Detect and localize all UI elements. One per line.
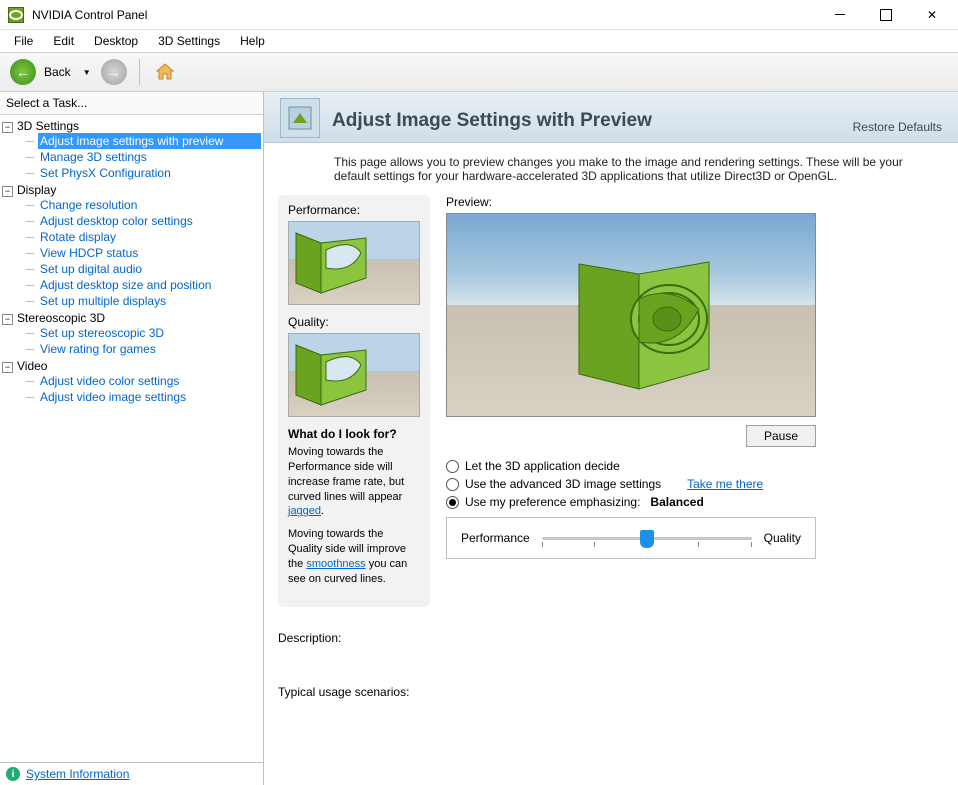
tree-item-video-image[interactable]: Adjust video image settings	[38, 389, 261, 405]
task-tree: −3D Settings Adjust image settings with …	[0, 115, 263, 762]
tree-toggle-stereo[interactable]: −	[2, 314, 13, 325]
home-button[interactable]	[152, 59, 178, 85]
slider-right-label: Quality	[764, 531, 801, 545]
radio-preference-label: Use my preference emphasizing:	[465, 495, 640, 509]
info-column: Performance: Quality: What	[278, 195, 430, 607]
menu-edit[interactable]: Edit	[43, 32, 84, 50]
close-button[interactable]	[918, 5, 946, 25]
quality-description: Moving towards the Quality side will imp…	[288, 527, 420, 586]
performance-thumbnail	[288, 221, 420, 305]
image-settings-radio-group: Let the 3D application decide Use the ad…	[446, 457, 816, 511]
maximize-button[interactable]	[872, 5, 900, 25]
tree-item-game-rating[interactable]: View rating for games	[38, 341, 261, 357]
slider-thumb[interactable]	[640, 530, 654, 548]
what-look-for-heading: What do I look for?	[288, 427, 420, 441]
jagged-link[interactable]: jagged	[288, 505, 321, 517]
menubar: File Edit Desktop 3D Settings Help	[0, 30, 958, 52]
tree-item-manage-3d[interactable]: Manage 3D settings	[38, 149, 261, 165]
tree-toggle-3d[interactable]: −	[2, 122, 13, 133]
nvidia-app-icon	[8, 7, 24, 23]
nvidia-logo-perf-icon	[291, 228, 391, 300]
tree-item-adjust-image[interactable]: Adjust image settings with preview	[38, 133, 261, 149]
main-header: Adjust Image Settings with Preview Resto…	[264, 92, 958, 143]
back-dropdown[interactable]: ▼	[77, 68, 97, 77]
sidebar: Select a Task... −3D Settings Adjust ima…	[0, 92, 264, 785]
titlebar: NVIDIA Control Panel	[0, 0, 958, 30]
toolbar: Back ▼	[0, 52, 958, 92]
radio-advanced-label: Use the advanced 3D image settings	[465, 477, 661, 491]
page-title: Adjust Image Settings with Preview	[332, 110, 853, 138]
performance-label: Performance:	[288, 203, 420, 217]
tree-toggle-video[interactable]: −	[2, 362, 13, 373]
home-icon	[155, 62, 175, 82]
quality-slider-box: Performance Quality	[446, 517, 816, 559]
tree-item-setup-stereo[interactable]: Set up stereoscopic 3D	[38, 325, 261, 341]
description-heading: Description:	[278, 631, 944, 645]
restore-defaults-link[interactable]: Restore Defaults	[853, 120, 942, 138]
toolbar-separator	[139, 59, 140, 85]
back-label: Back	[44, 65, 71, 79]
tree-item-rotate[interactable]: Rotate display	[38, 229, 261, 245]
menu-file[interactable]: File	[4, 32, 43, 50]
radio-advanced[interactable]	[446, 478, 459, 491]
take-me-there-link[interactable]: Take me there	[687, 477, 763, 491]
tree-item-multiple-displays[interactable]: Set up multiple displays	[38, 293, 261, 309]
page-intro: This page allows you to preview changes …	[264, 143, 958, 195]
smoothness-link[interactable]: smoothness	[306, 558, 365, 570]
tree-item-resolution[interactable]: Change resolution	[38, 197, 261, 213]
preview-viewport	[446, 213, 816, 417]
quality-label: Quality:	[288, 315, 420, 329]
radio-app-decide-label: Let the 3D application decide	[465, 459, 620, 473]
system-information-link[interactable]: System Information	[26, 767, 129, 781]
menu-desktop[interactable]: Desktop	[84, 32, 148, 50]
tree-toggle-display[interactable]: −	[2, 186, 13, 197]
tree-item-size-position[interactable]: Adjust desktop size and position	[38, 277, 261, 293]
sidebar-header: Select a Task...	[0, 92, 263, 115]
tree-group-3d: 3D Settings	[17, 119, 79, 133]
main-panel: Adjust Image Settings with Preview Resto…	[264, 92, 958, 785]
back-button[interactable]	[10, 59, 36, 85]
tree-item-hdcp[interactable]: View HDCP status	[38, 245, 261, 261]
sidebar-footer: i System Information	[0, 762, 263, 785]
performance-description: Moving towards the Performance side will…	[288, 445, 420, 519]
menu-3d-settings[interactable]: 3D Settings	[148, 32, 230, 50]
nvidia-logo-quality-icon	[291, 340, 391, 412]
tree-item-color[interactable]: Adjust desktop color settings	[38, 213, 261, 229]
forward-button[interactable]	[101, 59, 127, 85]
typical-usage-heading: Typical usage scenarios:	[278, 685, 944, 699]
preview-column: Preview: Pause	[446, 195, 944, 607]
tree-item-physx[interactable]: Set PhysX Configuration	[38, 165, 261, 181]
menu-help[interactable]: Help	[230, 32, 275, 50]
preview-label: Preview:	[446, 195, 944, 209]
tree-item-video-color[interactable]: Adjust video color settings	[38, 373, 261, 389]
info-icon: i	[6, 767, 20, 781]
tree-group-display: Display	[17, 183, 56, 197]
quality-slider[interactable]	[542, 528, 752, 548]
quality-thumbnail	[288, 333, 420, 417]
minimize-button[interactable]	[826, 5, 854, 25]
pause-button[interactable]: Pause	[746, 425, 816, 447]
radio-app-decide[interactable]	[446, 460, 459, 473]
slider-left-label: Performance	[461, 531, 530, 545]
page-icon	[280, 98, 320, 138]
preference-value: Balanced	[650, 495, 703, 509]
tree-item-audio[interactable]: Set up digital audio	[38, 261, 261, 277]
window-title: NVIDIA Control Panel	[32, 8, 826, 22]
radio-preference[interactable]	[446, 496, 459, 509]
nvidia-logo-3d-icon	[539, 254, 739, 404]
tree-group-stereo: Stereoscopic 3D	[17, 311, 105, 325]
tree-group-video: Video	[17, 359, 47, 373]
